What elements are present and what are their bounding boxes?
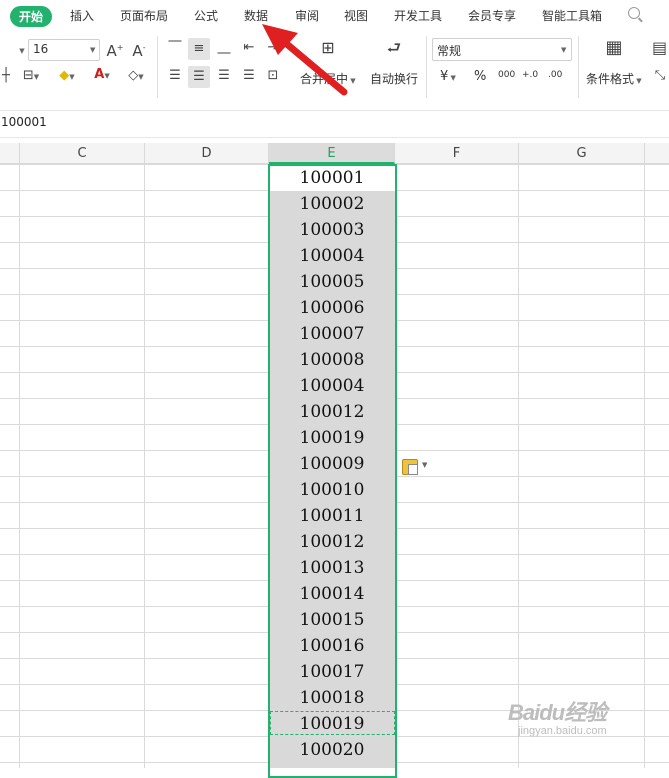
watermark-url: jingyan.baidu.com [518, 725, 607, 737]
tab-view[interactable]: 视图 [344, 7, 368, 24]
align-center-icon[interactable]: ☰ [188, 66, 210, 88]
align-bottom-icon[interactable]: ⎽ [215, 40, 233, 56]
ribbon-separator [426, 36, 427, 98]
column-header-partial[interactable] [0, 143, 20, 164]
format-icon[interactable]: ⤡ [652, 68, 668, 84]
tab-data[interactable]: 数据 [244, 7, 268, 24]
font-shrink-icon[interactable]: A- [130, 40, 148, 59]
font-color-icon[interactable]: A▼ [88, 67, 116, 84]
ribbon-toolbar: ▼ 16 ▼ A+ A- ⎺ ≡ ⎽ ⇤ ⇥ ⊞ ⮐ 常规 ▼ ▦ ▤ ┼ ⊟▼… [0, 32, 669, 102]
tab-insert[interactable]: 插入 [70, 7, 94, 24]
indent-increase-icon[interactable]: ⇥ [264, 40, 282, 56]
tab-smart-tools[interactable]: 智能工具箱 [542, 7, 602, 24]
ribbon-separator [578, 36, 579, 98]
ribbon-tab-bar: 开始 插入 页面布局 公式 数据 审阅 视图 开发工具 会员专享 智能工具箱 [0, 0, 669, 32]
search-icon[interactable] [628, 7, 640, 19]
conditional-format-button[interactable]: 条件格式 ▼ [586, 70, 642, 87]
distributed-icon[interactable]: ⊡ [264, 68, 282, 84]
font-size-select[interactable]: 16 ▼ [28, 39, 100, 61]
copy-marquee [270, 711, 395, 735]
selection-border [268, 164, 397, 778]
conditional-format-icon[interactable]: ▦ [602, 39, 626, 57]
tab-developer[interactable]: 开发工具 [394, 7, 442, 24]
grid-line [644, 164, 645, 768]
conditional-format-label: 条件格式 [586, 72, 635, 86]
fill-color-icon[interactable]: ◆▼ [52, 68, 82, 85]
grid-line [144, 164, 145, 768]
currency-button[interactable]: ¥ ▼ [440, 69, 456, 84]
number-format-select[interactable]: 常规 ▼ [432, 38, 572, 61]
tab-member[interactable]: 会员专享 [468, 7, 516, 24]
thousands-button[interactable]: 000 [498, 70, 515, 80]
wrap-text-button[interactable]: 自动换行 [370, 70, 418, 87]
tab-review[interactable]: 审阅 [295, 7, 319, 24]
ribbon-separator [157, 36, 158, 98]
align-middle-icon[interactable]: ≡ [188, 38, 210, 60]
column-header-f[interactable]: F [395, 143, 519, 164]
column-header-partial[interactable] [645, 143, 669, 164]
watermark-logo: Baidu经验 [508, 700, 607, 725]
border-icon[interactable]: ┼ [0, 68, 12, 84]
column-header-c[interactable]: C [20, 143, 145, 164]
grid-line [19, 164, 20, 768]
percent-button[interactable]: % [474, 69, 486, 84]
wrap-icon[interactable]: ⮐ [382, 40, 406, 56]
grid-line [518, 164, 519, 768]
merge-icon[interactable]: ⊞ [316, 40, 340, 56]
tab-formulas[interactable]: 公式 [194, 7, 218, 24]
paste-options-icon[interactable] [402, 459, 418, 475]
align-right-icon[interactable]: ☰ [215, 68, 233, 84]
justify-icon[interactable]: ☰ [240, 68, 258, 84]
font-name-dropdown-caret[interactable]: ▼ [18, 42, 26, 59]
number-format-value: 常规 [437, 44, 462, 58]
font-grow-icon[interactable]: A+ [106, 40, 124, 59]
decrease-decimal-button[interactable]: .00 [548, 70, 562, 80]
font-size-value: 16 [33, 42, 49, 56]
formula-bar[interactable]: 100001 [0, 110, 669, 138]
tab-home[interactable]: 开始 [10, 6, 53, 27]
watermark: Baidu经验 jingyan.baidu.com [508, 695, 607, 737]
chevron-down-icon: ▼ [90, 46, 96, 54]
merge-center-label: 合并居中 [300, 72, 349, 86]
chevron-down-icon: ▼ [561, 46, 567, 54]
column-header-e[interactable]: E [269, 143, 395, 164]
formula-bar-value: 100001 [1, 115, 47, 129]
table-style-icon[interactable]: ▤ [650, 40, 669, 56]
align-left-icon[interactable]: ☰ [166, 68, 184, 84]
align-top-icon[interactable]: ⎺ [166, 40, 184, 56]
eraser-icon[interactable]: ◇▼ [122, 68, 150, 85]
indent-decrease-icon[interactable]: ⇤ [240, 40, 258, 56]
column-header-g[interactable]: G [519, 143, 645, 164]
increase-decimal-button[interactable]: +.0 [522, 70, 538, 80]
column-header-d[interactable]: D [145, 143, 269, 164]
tab-page-layout[interactable]: 页面布局 [120, 7, 168, 24]
chevron-down-icon[interactable]: ▼ [422, 461, 427, 469]
merge-center-button[interactable]: 合并居中 ▼ [300, 70, 356, 87]
border-style-icon[interactable]: ⊟▼ [18, 68, 44, 85]
